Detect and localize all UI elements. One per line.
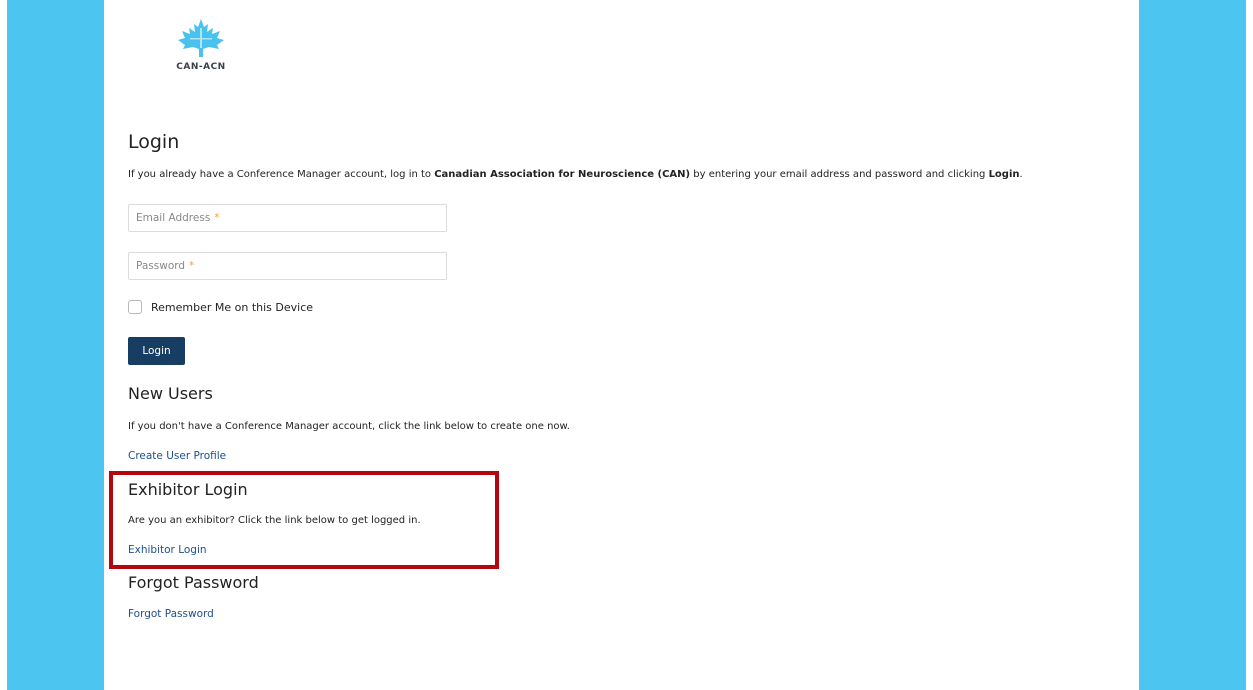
forgot-password-link[interactable]: Forgot Password xyxy=(128,608,214,620)
right-edge xyxy=(1246,0,1253,690)
maple-leaf-icon xyxy=(178,19,224,57)
login-button[interactable]: Login xyxy=(128,337,185,365)
create-user-profile-link[interactable]: Create User Profile xyxy=(128,450,226,462)
right-background-band xyxy=(1139,0,1246,690)
left-background-band xyxy=(7,0,104,690)
password-placeholder: Password xyxy=(136,260,186,272)
login-intro-text: If you already have a Conference Manager… xyxy=(128,169,1023,180)
password-required-mark: * xyxy=(189,260,195,272)
email-placeholder: Email Address xyxy=(136,212,211,224)
email-field[interactable]: Email Address * xyxy=(128,204,447,232)
forgot-password-heading: Forgot Password xyxy=(128,573,259,592)
left-edge xyxy=(0,0,7,690)
exhibitor-text: Are you an exhibitor? Click the link bel… xyxy=(128,515,421,526)
remember-me-row[interactable]: Remember Me on this Device xyxy=(128,300,313,314)
login-panel: CAN-ACN Login If you already have a Conf… xyxy=(104,0,1139,690)
remember-me-label[interactable]: Remember Me on this Device xyxy=(151,301,313,314)
remember-me-checkbox[interactable] xyxy=(128,300,142,314)
logo-text: CAN-ACN xyxy=(176,62,226,72)
exhibitor-login-heading: Exhibitor Login xyxy=(128,480,248,499)
new-users-text: If you don't have a Conference Manager a… xyxy=(128,421,570,432)
site-logo[interactable]: CAN-ACN xyxy=(165,18,237,72)
email-required-mark: * xyxy=(214,212,220,224)
password-field[interactable]: Password * xyxy=(128,252,447,280)
exhibitor-login-link[interactable]: Exhibitor Login xyxy=(128,544,207,556)
login-heading: Login xyxy=(128,131,180,153)
new-users-heading: New Users xyxy=(128,384,213,403)
